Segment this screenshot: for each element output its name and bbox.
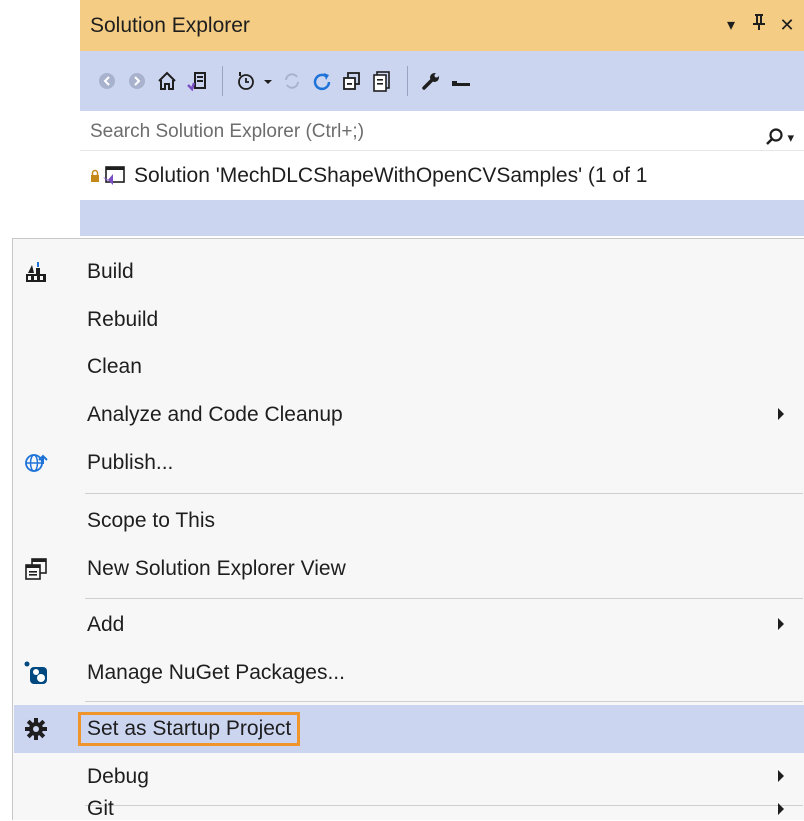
- menu-item-build[interactable]: Build: [14, 248, 804, 296]
- submenu-arrow-icon: [778, 618, 784, 630]
- gear-icon: [24, 717, 48, 741]
- solution-explorer-search: ▾: [80, 113, 804, 151]
- submenu-arrow-icon: [778, 408, 784, 420]
- collapse-all-icon: [343, 72, 360, 90]
- refresh-icon: [313, 73, 331, 91]
- menu-separator: [85, 598, 803, 599]
- toolbar-separator: [222, 66, 223, 96]
- menu-item-label: Build: [87, 260, 134, 283]
- menu-separator: [85, 493, 803, 494]
- menu-item-new-solution-explorer-view[interactable]: New Solution Explorer View: [14, 545, 804, 593]
- menu-item-add[interactable]: Add: [14, 601, 804, 649]
- pin-icon[interactable]: [750, 0, 768, 51]
- lock-icon: [91, 169, 99, 182]
- window-dropdown-icon[interactable]: ▾: [722, 0, 740, 51]
- forward-icon: [129, 73, 145, 89]
- show-all-files-button[interactable]: [369, 66, 395, 96]
- dash-icon: [452, 81, 470, 86]
- menu-item-label: New Solution Explorer View: [87, 557, 346, 580]
- search-icon[interactable]: [763, 127, 785, 149]
- sync-icon: [285, 73, 299, 89]
- new-window-icon: [24, 557, 48, 581]
- tree-item-project-selected[interactable]: [80, 200, 804, 236]
- sync-with-active-document-button[interactable]: [279, 66, 305, 96]
- search-options-dropdown-icon[interactable]: ▾: [787, 119, 794, 157]
- menu-item-analyze-and-code-cleanup[interactable]: Analyze and Code Cleanup: [14, 391, 804, 439]
- menu-item-set-as-startup-project[interactable]: Set as Startup Project: [14, 705, 804, 753]
- preview-selected-items-button[interactable]: [448, 66, 474, 96]
- switch-views-icon: [187, 72, 206, 92]
- menu-item-label: Git: [87, 797, 114, 820]
- properties-button[interactable]: [418, 66, 444, 96]
- menu-item-label: Clean: [87, 355, 142, 378]
- show-all-files-icon: [373, 71, 390, 92]
- globe-publish-icon: [24, 451, 48, 475]
- filter-dropdown-icon[interactable]: [263, 66, 273, 96]
- menu-item-scope-to-this[interactable]: Scope to This: [14, 497, 804, 545]
- solution-explorer-title: Solution Explorer: [90, 14, 250, 37]
- solution-explorer-title-bar: Solution Explorer ▾ ✕: [80, 0, 804, 51]
- submenu-arrow-icon: [778, 770, 784, 782]
- home-icon: [158, 71, 176, 90]
- menu-separator: [85, 701, 803, 702]
- back-button[interactable]: [94, 66, 120, 96]
- menu-separator: [85, 805, 803, 806]
- menu-item-label: Manage NuGet Packages...: [87, 661, 345, 684]
- tree-item-solution[interactable]: Solution 'MechDLCShapeWithOpenCVSamples'…: [80, 158, 804, 194]
- solution-icon: [103, 166, 125, 185]
- menu-item-label: Rebuild: [87, 308, 159, 331]
- menu-item-publish[interactable]: Publish...: [14, 439, 804, 487]
- close-icon[interactable]: ✕: [778, 0, 796, 51]
- pending-changes-filter-button[interactable]: [233, 66, 259, 96]
- build-icon: [24, 260, 48, 284]
- refresh-button[interactable]: [309, 66, 335, 96]
- context-menu: Build Rebuild Clean Analyze and Code Cle…: [12, 238, 804, 820]
- forward-button[interactable]: [124, 66, 150, 96]
- nuget-icon: [24, 661, 48, 685]
- clock-filter-icon: [238, 72, 254, 90]
- menu-item-label: Debug: [87, 765, 149, 788]
- menu-item-label: Scope to This: [87, 509, 216, 532]
- menu-item-label: Analyze and Code Cleanup: [87, 403, 343, 426]
- wrench-icon: [422, 73, 439, 90]
- menu-item-rebuild[interactable]: Rebuild: [14, 296, 804, 344]
- solution-label: Solution 'MechDLCShapeWithOpenCVSamples'…: [134, 164, 648, 187]
- search-input[interactable]: [90, 121, 690, 143]
- menu-item-manage-nuget-packages[interactable]: Manage NuGet Packages...: [14, 649, 804, 697]
- toolbar-separator: [407, 66, 408, 96]
- back-icon: [99, 73, 115, 89]
- switch-views-button[interactable]: [184, 66, 210, 96]
- submenu-arrow-icon: [778, 803, 784, 815]
- home-button[interactable]: [154, 66, 180, 96]
- menu-item-label: Add: [87, 613, 125, 636]
- collapse-all-button[interactable]: [339, 66, 365, 96]
- menu-item-clean[interactable]: Clean: [14, 343, 804, 391]
- solution-explorer-toolbar: [80, 51, 804, 111]
- menu-item-git[interactable]: Git: [14, 797, 804, 821]
- menu-item-debug[interactable]: Debug: [14, 753, 804, 801]
- menu-item-label: Set as Startup Project: [77, 712, 301, 746]
- menu-item-label: Publish...: [87, 451, 174, 474]
